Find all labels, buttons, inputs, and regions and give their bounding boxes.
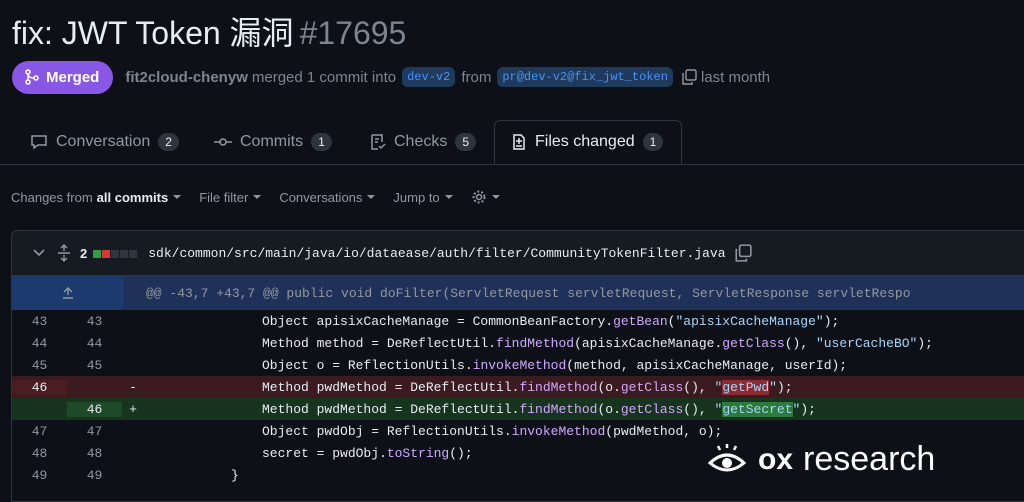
new-line-number[interactable]: 45: [67, 358, 122, 373]
merged-time: last month: [700, 68, 771, 86]
chevron-down-icon: [173, 195, 182, 199]
code-line: Object pwdObj = ReflectionUtils.invokeMe…: [262, 423, 723, 439]
hunk-header-text: @@ -43,7 +43,7 @@ public void doFilter(S…: [146, 285, 911, 301]
comment-icon: [31, 135, 47, 150]
expand-up-icon: [62, 287, 73, 299]
code-line: Method pwdMethod = DeReflectUtil.findMet…: [262, 401, 816, 417]
chevron-down-icon: [491, 195, 500, 199]
expand-all-icon[interactable]: [56, 244, 72, 262]
merged-status-badge: Merged: [12, 60, 114, 94]
code-line: Object apisixCacheManage = CommonBeanFac…: [262, 313, 840, 329]
code-line: Method method = DeReflectUtil.findMethod…: [262, 335, 933, 351]
tab-checks[interactable]: Checks 5: [370, 120, 477, 164]
code-line: Object o = ReflectionUtils.invokeMethod(…: [262, 357, 848, 373]
new-line-number[interactable]: 48: [67, 446, 122, 461]
head-branch[interactable]: pr@dev-v2@fix_jwt_token: [497, 67, 673, 87]
tab-checks-count: 5: [455, 133, 477, 151]
watermark-text: research: [803, 440, 936, 478]
ox-research-watermark: ox research: [708, 440, 935, 479]
pr-tabs: Conversation 2 Commits 1 Checks 5 Files …: [0, 120, 1024, 165]
new-line-number[interactable]: 46: [67, 401, 122, 417]
new-line-number[interactable]: 47: [67, 424, 122, 439]
new-line-number[interactable]: 44: [67, 336, 122, 351]
tab-conversation[interactable]: Conversation 2: [30, 120, 179, 164]
changes-from-value: all commits: [96, 189, 169, 205]
checklist-icon: [371, 134, 386, 150]
tab-commits-count: 1: [311, 133, 332, 151]
diff-row: 47 47 Object pwdObj = ReflectionUtils.inv…: [12, 420, 1024, 442]
file-path[interactable]: sdk/common/src/main/java/io/dataease/aut…: [148, 246, 725, 261]
copy-path-icon[interactable]: [734, 244, 752, 262]
new-line-number[interactable]: 43: [67, 314, 122, 329]
merge-icon: [25, 69, 39, 85]
merge-action-text: merged 1 commit into: [251, 68, 397, 86]
diffstat: [93, 246, 138, 261]
old-line-number[interactable]: 48: [12, 446, 67, 461]
diff-row: 45 45 Object o = ReflectionUtils.invokeMe…: [12, 354, 1024, 376]
pr-meta: Merged fit2cloud-chenyw merged 1 commit …: [12, 60, 770, 94]
tab-files-changed-label: Files changed: [535, 133, 635, 150]
eye-logo-icon: [708, 443, 746, 471]
tab-conversation-label: Conversation: [56, 133, 151, 150]
old-line-number[interactable]: 44: [12, 336, 67, 351]
old-line-number[interactable]: 46: [12, 379, 67, 395]
chevron-down-icon: [367, 195, 376, 199]
collapse-chevron-icon[interactable]: [32, 246, 46, 260]
diff-row: 43 43 Object apisixCacheManage = CommonBe…: [12, 310, 1024, 332]
file-diff-icon: [513, 134, 525, 150]
code-line: Method pwdMethod = DeReflectUtil.findMet…: [262, 379, 793, 395]
commit-icon: [214, 138, 232, 146]
changes-from-dropdown[interactable]: Changes from all commits: [11, 189, 182, 205]
tab-commits-label: Commits: [240, 133, 304, 150]
changes-from-prefix: Changes from: [11, 189, 93, 205]
old-line-number[interactable]: 43: [12, 314, 67, 329]
copy-branch-icon[interactable]: [681, 69, 697, 85]
chevron-down-icon: [444, 195, 453, 199]
expand-up-button[interactable]: [12, 276, 123, 310]
settings-dropdown[interactable]: [471, 189, 500, 205]
jump-to-label: Jump to: [393, 189, 440, 205]
pr-number: #17695: [299, 15, 407, 51]
file-header: 2 sdk/common/src/main/java/io/dataease/a…: [12, 231, 1024, 276]
code-line: }: [231, 467, 239, 483]
conversations-label: Conversations: [279, 189, 363, 205]
conversations-dropdown[interactable]: Conversations: [279, 189, 376, 205]
base-branch[interactable]: dev-v2: [402, 67, 456, 87]
tab-commits[interactable]: Commits 1: [214, 120, 332, 164]
tab-files-changed-count: 1: [642, 133, 664, 151]
tab-files-changed[interactable]: Files changed 1: [494, 120, 682, 164]
deleted-word-highlight: getPwd: [722, 379, 770, 395]
old-line-number[interactable]: 45: [12, 358, 67, 373]
new-line-number[interactable]: 49: [67, 468, 122, 483]
deletion-marker: -: [129, 379, 137, 395]
hunk-header: @@ -43,7 +43,7 @@ public void doFilter(S…: [12, 276, 1024, 310]
tab-checks-label: Checks: [394, 133, 448, 150]
author-link[interactable]: fit2cloud-chenyw: [125, 69, 248, 86]
merged-label: Merged: [46, 68, 100, 86]
jump-to-dropdown[interactable]: Jump to: [393, 189, 453, 205]
old-line-number[interactable]: 47: [12, 424, 67, 439]
watermark-ox: ox: [758, 442, 794, 476]
changes-count: 2: [80, 245, 88, 261]
file-filter-dropdown[interactable]: File filter: [199, 189, 262, 205]
added-word-highlight: getSecret: [722, 401, 793, 417]
gear-icon: [472, 190, 486, 204]
pr-title-bar: fix: JWT Token 漏洞 #17695: [12, 8, 406, 54]
deleted-diff-row: 46 - Method pwdMethod = DeReflectUtil.fin…: [12, 376, 1024, 398]
old-line-number[interactable]: 49: [12, 468, 67, 483]
pr-title: fix: JWT Token 漏洞: [12, 15, 294, 51]
tab-conversation-count: 2: [158, 133, 179, 151]
added-diff-row: 46 + Method pwdMethod = DeReflectUtil.fin…: [12, 398, 1024, 420]
chevron-down-icon: [253, 195, 262, 199]
code-line: secret = pwdObj.toString();: [262, 445, 473, 461]
diff-toolbar: Changes from all commits File filter Conv…: [11, 186, 518, 208]
file-filter-label: File filter: [199, 189, 249, 205]
from-text: from: [461, 68, 492, 86]
diff-row: 44 44 Method method = DeReflectUtil.findM…: [12, 332, 1024, 354]
addition-marker: +: [129, 401, 137, 417]
